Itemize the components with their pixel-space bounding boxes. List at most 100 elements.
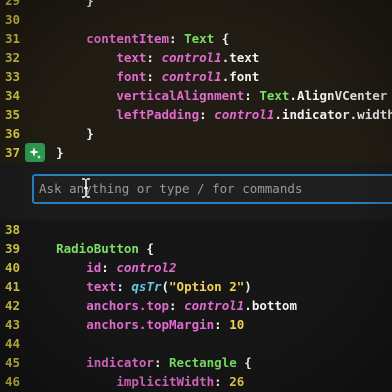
code-line[interactable]: 30 — [0, 10, 20, 29]
code-line[interactable]: 43 anchors.topMargin: 10 — [0, 315, 244, 334]
code-text: text: qsTr("Option 2") — [26, 277, 252, 296]
code-text: RadioButton { — [26, 239, 154, 258]
line-number: 30 — [4, 12, 20, 27]
sparkle-icon — [29, 146, 41, 159]
code-line[interactable]: 44 — [0, 334, 20, 353]
code-token: "Option 2" — [169, 279, 245, 294]
code-token: Text — [259, 88, 290, 103]
text-cursor-icon — [82, 178, 90, 198]
code-line[interactable]: 46 implicitWidth: 26 — [0, 372, 244, 391]
code-text: implicitWidth: 26 — [26, 372, 244, 391]
line-number: 42 — [4, 298, 20, 313]
code-line[interactable]: 34 verticalAlignment: Text.AlignVCenter — [0, 86, 387, 105]
code-token: : — [146, 69, 162, 84]
code-token: Text — [184, 31, 215, 46]
line-number: 33 — [4, 69, 20, 84]
line-number: 46 — [4, 374, 20, 389]
code-text: indicator: Rectangle { — [26, 353, 252, 372]
line-number: 45 — [4, 355, 20, 370]
code-line[interactable]: 39 RadioButton { — [0, 239, 154, 258]
code-text: font: control1.font — [26, 67, 259, 86]
code-token: anchors.top — [86, 298, 170, 313]
line-number: 38 — [4, 222, 20, 237]
line-number: 41 — [4, 279, 20, 294]
code-line[interactable]: 33 font: control1.font — [0, 67, 259, 86]
code-token: contentItem — [86, 31, 170, 46]
editor-pane-top[interactable]: 29 } 30 31 contentItem: Text {32 text: con… — [0, 0, 392, 163]
code-token: leftPadding — [116, 107, 200, 122]
code-token: text — [116, 50, 147, 65]
line-number: 44 — [4, 336, 20, 351]
code-token: id — [86, 260, 102, 275]
code-token: 10 — [229, 317, 245, 332]
code-text: text: control1.text — [26, 48, 259, 67]
code-token: indicator — [86, 355, 154, 370]
code-token: control1 — [161, 69, 222, 84]
ai-prompt-placeholder: Ask anything or type / for commands — [39, 181, 303, 196]
code-token: text — [86, 279, 117, 294]
code-token: : — [214, 374, 230, 389]
code-token: { — [138, 241, 154, 256]
code-token: 26 — [229, 374, 245, 389]
code-token: control1 — [214, 107, 275, 122]
code-line[interactable]: 42 anchors.top: control1.bottom — [0, 296, 297, 315]
code-text: verticalAlignment: Text.AlignVCenter — [26, 86, 387, 105]
code-token: control1 — [184, 298, 245, 313]
code-token: .font — [221, 69, 260, 84]
code-token: : — [169, 298, 185, 313]
code-token: font — [116, 69, 147, 84]
code-editor[interactable]: 29 } 30 31 contentItem: Text {32 text: con… — [0, 0, 392, 392]
code-line[interactable]: 36 } — [0, 124, 94, 143]
code-token: ( — [161, 279, 170, 294]
code-line[interactable]: 29 } — [0, 0, 94, 10]
code-token: qsTr — [131, 279, 162, 294]
code-token: .AlignVCenter — [289, 88, 388, 103]
code-token: : — [214, 317, 230, 332]
code-line[interactable]: 37 } — [0, 143, 64, 162]
code-token: control1 — [161, 50, 222, 65]
code-line[interactable]: 35 leftPadding: control1.indicator.width — [0, 105, 392, 124]
code-text: id: control2 — [26, 258, 176, 277]
code-token: } — [26, 0, 94, 8]
code-text: } — [26, 0, 94, 10]
code-token: } — [26, 126, 94, 141]
line-number: 37 — [4, 145, 20, 160]
code-token: anchors.topMargin — [86, 317, 215, 332]
code-token: .bottom — [244, 298, 297, 313]
line-number: 36 — [4, 126, 20, 141]
line-number: 35 — [4, 107, 20, 122]
code-line[interactable]: 45 indicator: Rectangle { — [0, 353, 252, 372]
code-token: ) — [244, 279, 252, 294]
line-number: 34 — [4, 88, 20, 103]
code-token: { — [214, 31, 230, 46]
editor-pane-bottom[interactable]: 38 39 RadioButton {40 id: control2 41 text… — [0, 220, 392, 392]
line-number: 40 — [4, 260, 20, 275]
code-token: RadioButton — [56, 241, 139, 256]
code-token: .text — [221, 50, 260, 65]
ai-assistant-button[interactable] — [25, 143, 45, 162]
code-line[interactable]: 41 text: qsTr("Option 2") — [0, 277, 252, 296]
line-number: 32 — [4, 50, 20, 65]
code-token: { — [236, 355, 252, 370]
code-text: anchors.topMargin: 10 — [26, 315, 244, 334]
code-token: : — [101, 260, 117, 275]
code-token: .indicator.width — [274, 107, 392, 122]
code-token: verticalAlignment — [116, 88, 245, 103]
code-line[interactable]: 40 id: control2 — [0, 258, 177, 277]
code-token: implicitWidth — [116, 374, 215, 389]
code-line[interactable]: 31 contentItem: Text { — [0, 29, 229, 48]
code-line[interactable]: 32 text: control1.text — [0, 48, 259, 67]
code-text: } — [26, 124, 94, 143]
code-token: : — [244, 88, 260, 103]
code-line[interactable]: 38 — [0, 220, 20, 239]
